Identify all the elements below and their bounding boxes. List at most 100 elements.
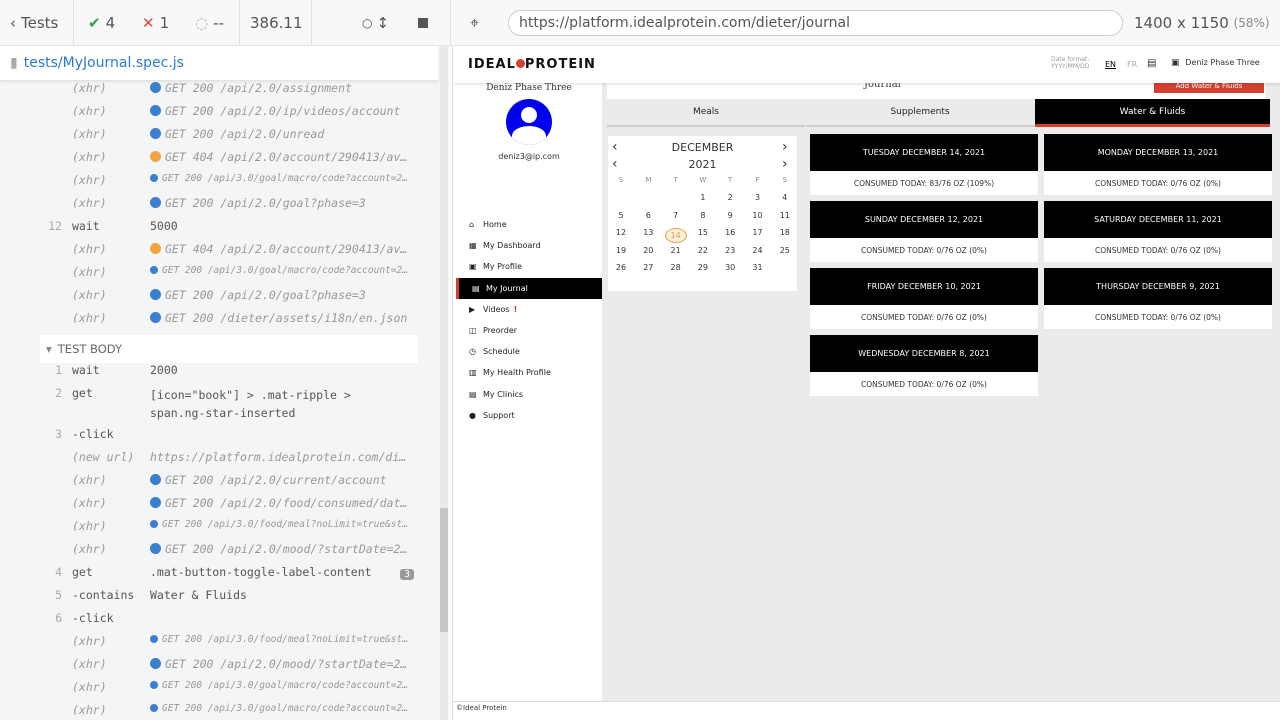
sidebar-item-my-journal[interactable]: ▤ My Journal xyxy=(456,277,602,299)
calendar-day[interactable]: 11 xyxy=(774,211,796,220)
sidebar-item-my-dashboard[interactable]: ▦ My Dashboard xyxy=(456,235,602,256)
next-month-icon[interactable]: › xyxy=(782,139,788,155)
selector-playground-button[interactable]: ⌖ xyxy=(470,0,479,46)
scrollbar-thumb[interactable] xyxy=(440,508,448,632)
command-row[interactable]: (xhr) GET 200 /api/3.0/food/meal?noLimit=… xyxy=(40,634,418,657)
calendar-day[interactable]: 19 xyxy=(610,246,632,255)
test-body-header[interactable]: ▾ TEST BODY xyxy=(40,335,418,363)
sidebar-item-my-profile[interactable]: ▣ My Profile xyxy=(456,256,602,277)
command-message: GET 200 /api/2.0/mood/?startDate=2021 xyxy=(150,657,412,671)
command-row[interactable]: (xhr) GET 200 /api/2.0/goal?phase=3 xyxy=(40,196,418,219)
sidebar-item-videos[interactable]: ▶ Videos! xyxy=(456,299,602,320)
calendar-day[interactable]: 18 xyxy=(774,228,796,237)
command-row[interactable]: (xhr) GET 200 /api/2.0/current/account xyxy=(40,473,418,496)
status-dot-icon xyxy=(150,658,161,669)
calendar-day[interactable]: 3 xyxy=(747,193,769,202)
calendar-day[interactable]: 7 xyxy=(665,211,687,220)
messages-icon[interactable]: ▤ xyxy=(1147,58,1156,69)
command-message: https://platform.idealprotein.com/dieter… xyxy=(150,450,412,464)
command-row[interactable]: 3 -click xyxy=(40,427,418,450)
prev-month-icon[interactable]: ‹ xyxy=(612,139,618,155)
command-row[interactable]: (xhr) GET 200 /api/2.0/unread xyxy=(40,127,418,150)
command-row[interactable]: (xhr) GET 200 /api/2.0/mood/?startDate=20… xyxy=(40,657,418,680)
day-card[interactable]: SATURDAY DECEMBER 11, 2021 CONSUMED TODAY… xyxy=(1044,201,1272,262)
lang-en[interactable]: EN xyxy=(1105,60,1116,69)
command-row[interactable]: (xhr) GET 200 /api/3.0/food/meal?noLimit=… xyxy=(40,519,418,542)
user-menu[interactable]: ▣ Deniz Phase Three xyxy=(1171,58,1260,68)
day-card[interactable]: TUESDAY DECEMBER 14, 2021 CONSUMED TODAY:… xyxy=(810,134,1038,195)
calendar-day[interactable]: 6 xyxy=(637,211,659,220)
command-row[interactable]: (xhr) GET 200 /api/2.0/goal?phase=3 xyxy=(40,288,418,311)
calendar-day[interactable]: 10 xyxy=(747,211,769,220)
calendar-day[interactable]: 21 xyxy=(665,246,687,255)
tests-button[interactable]: ‹ Tests xyxy=(10,0,58,46)
calendar-day[interactable]: 13 xyxy=(637,228,659,237)
calendar-day[interactable]: 14 xyxy=(664,228,687,244)
sidebar-item-my-clinics[interactable]: ▤ My Clinics xyxy=(456,384,602,405)
tab-supplements[interactable]: Supplements xyxy=(806,99,1034,127)
command-row[interactable]: (xhr) GET 200 /api/3.0/goal/macro/code?ac… xyxy=(40,173,418,196)
sidebar-item-home[interactable]: ⌂ Home xyxy=(456,214,602,235)
calendar-day[interactable]: 20 xyxy=(637,246,659,255)
prev-year-icon[interactable]: ‹ xyxy=(612,156,618,172)
command-row[interactable]: (xhr) GET 200 /api/2.0/mood/?startDate=20… xyxy=(40,542,418,565)
day-card[interactable]: THURSDAY DECEMBER 9, 2021 CONSUMED TODAY:… xyxy=(1044,268,1272,329)
calendar-day[interactable]: 17 xyxy=(747,228,769,237)
ideal-protein-logo[interactable]: IDEAL PROTEIN xyxy=(468,57,596,72)
lang-fr[interactable]: FR xyxy=(1127,60,1137,69)
calendar-day[interactable]: 25 xyxy=(774,246,796,255)
command-row[interactable]: (xhr) GET 404 /api/2.0/account/290413/ava… xyxy=(40,242,418,265)
calendar-day[interactable]: 27 xyxy=(637,263,659,272)
command-row[interactable]: (xhr) GET 200 /api/2.0/ip/videos/account xyxy=(40,104,418,127)
calendar-day[interactable]: 9 xyxy=(719,211,741,220)
command-row[interactable]: (xhr) GET 200 /api/3.0/goal/macro/code?ac… xyxy=(40,703,418,720)
day-card[interactable]: FRIDAY DECEMBER 10, 2021 CONSUMED TODAY: … xyxy=(810,268,1038,329)
sidebar-item-preorder[interactable]: ◫ Preorder xyxy=(456,320,602,341)
sidebar-item-support[interactable]: ● Support xyxy=(456,405,602,426)
command-row[interactable]: 2 get [icon="book"] > .mat-ripple > span.n… xyxy=(40,386,418,427)
calendar-day[interactable]: 4 xyxy=(774,193,796,202)
day-card[interactable]: MONDAY DECEMBER 13, 2021 CONSUMED TODAY: … xyxy=(1044,134,1272,195)
status-dot-icon xyxy=(150,497,161,508)
spec-file-bar[interactable]: ▮ tests/MyJournal.spec.js xyxy=(0,46,438,81)
calendar-day[interactable]: 23 xyxy=(719,246,741,255)
command-row[interactable]: (xhr) GET 200 /dieter/assets/i18n/en.json xyxy=(40,311,418,334)
stop-button[interactable] xyxy=(418,0,428,46)
tab-water-fluids[interactable]: Water & Fluids xyxy=(1035,99,1270,127)
calendar-day[interactable]: 24 xyxy=(747,246,769,255)
next-year-icon[interactable]: › xyxy=(782,156,788,172)
day-card[interactable]: WEDNESDAY DECEMBER 8, 2021 CONSUMED TODAY… xyxy=(810,335,1038,396)
sidebar-item-schedule[interactable]: ◷ Schedule xyxy=(456,341,602,362)
calendar-day[interactable]: 30 xyxy=(719,263,741,272)
auto-scroll-toggle[interactable]: ○ ↕ xyxy=(362,0,389,46)
command-row[interactable]: 4 get .mat-button-toggle-label-content 3 xyxy=(40,565,418,588)
command-row[interactable]: (new url) https://platform.idealprotein.c… xyxy=(40,450,418,473)
command-row[interactable]: (xhr) GET 200 /api/3.0/goal/macro/code?ac… xyxy=(40,265,418,288)
command-row[interactable]: (xhr) GET 404 /api/2.0/account/290413/ava… xyxy=(40,150,418,173)
calendar-day[interactable]: 12 xyxy=(610,228,632,237)
tab-meals[interactable]: Meals xyxy=(607,99,805,127)
command-row[interactable]: 1 wait 2000 xyxy=(40,363,418,386)
command-row[interactable]: (xhr) GET 200 /api/2.0/food/consumed/date… xyxy=(40,496,418,519)
command-row[interactable]: 5 -contains Water & Fluids xyxy=(40,588,418,611)
calendar-day[interactable]: 2 xyxy=(719,193,741,202)
day-card[interactable]: SUNDAY DECEMBER 12, 2021 CONSUMED TODAY: … xyxy=(810,201,1038,262)
calendar-day[interactable]: 26 xyxy=(610,263,632,272)
calendar-day[interactable]: 15 xyxy=(692,228,714,237)
calendar-day[interactable]: 5 xyxy=(610,211,632,220)
calendar-day[interactable]: 29 xyxy=(692,263,714,272)
command-row[interactable]: 12 wait 5000 xyxy=(40,219,418,242)
calendar-day[interactable]: 1 xyxy=(692,193,714,202)
calendar-day[interactable]: 8 xyxy=(692,211,714,220)
calendar-day[interactable]: 16 xyxy=(719,228,741,237)
command-row[interactable]: (xhr) GET 200 /api/3.0/goal/macro/code?ac… xyxy=(40,680,418,703)
status-dot-icon xyxy=(150,266,158,274)
calendar-day[interactable]: 22 xyxy=(692,246,714,255)
calendar-day[interactable]: 31 xyxy=(747,263,769,272)
calendar-day[interactable]: 28 xyxy=(665,263,687,272)
sidebar-item-my-health-profile[interactable]: ▥ My Health Profile xyxy=(456,362,602,383)
avatar[interactable] xyxy=(506,99,552,145)
command-row[interactable]: 6 -click xyxy=(40,611,418,634)
status-dot-icon xyxy=(150,681,158,689)
command-row[interactable]: (xhr) GET 200 /api/2.0/assignment xyxy=(40,81,418,104)
